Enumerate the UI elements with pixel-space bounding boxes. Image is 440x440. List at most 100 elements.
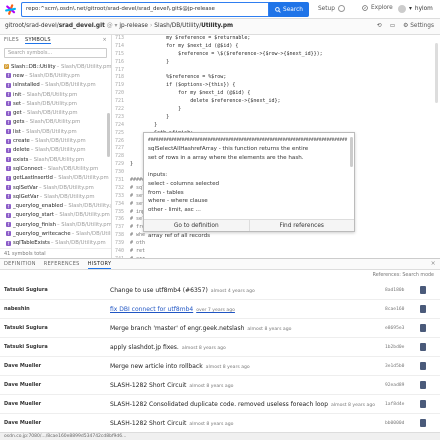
line-number[interactable]: 724 [112,122,130,130]
symbol-item[interactable]: f sqlTableExists – Slash/DB/Utility.pm [0,239,111,248]
symbol-item[interactable]: f isInstalled – Slash/DB/Utility.pm [0,81,111,90]
symbol-item[interactable]: f_querylog_enabled– Slash/DB/Utility.pm [0,201,111,210]
line-number[interactable]: 735 [112,209,130,217]
view-file-icon[interactable] [420,381,426,389]
history-row[interactable]: Dave Mueller SLASH-1282 Short Circuit almo… [0,414,440,432]
history-icon[interactable]: ⟲ [377,23,382,29]
symbol-item[interactable]: f sqlGetVar – Slash/DB/Utility.pm [0,192,111,201]
line-number[interactable]: 717 [112,67,130,75]
code-scrollbar[interactable] [435,43,438,103]
line-number[interactable]: 739 [112,240,130,248]
commit-hash[interactable]: 3e1d5b0 [385,364,404,369]
symbol-item[interactable]: f init – Slash/DB/Utility.pm [0,90,111,99]
revision-selector[interactable]: jp-release [119,23,148,29]
symbol-item[interactable]: f create – Slash/DB/Utility.pm [0,136,111,145]
view-file-icon[interactable] [420,400,426,408]
symbol-item[interactable]: f _querylog_start – Slash/DB/Utility.pm [0,211,111,220]
view-file-icon[interactable] [420,286,426,294]
history-row[interactable]: Dave Mueller SLASH-1282 Short Circuit almo… [0,376,440,395]
commit-hash[interactable]: 1b2bd0e [385,345,404,350]
tab-history[interactable]: HISTORY [87,259,112,269]
view-file-icon[interactable] [420,305,426,313]
tab-references[interactable]: REFERENCES [44,259,80,269]
view-file-icon[interactable] [420,324,426,332]
file-name[interactable]: Utility.pm [201,23,233,29]
line-number[interactable]: 716 [112,59,130,67]
symbol-item[interactable]: f _querylog_finish – Slash/DB/Utility.pm [0,220,111,229]
commit-hash[interactable]: 8cae160 [385,307,404,312]
go-to-definition-button[interactable]: Go to definition [144,220,249,231]
line-number[interactable]: 726 [112,138,130,146]
symbol-item[interactable]: f delete – Slash/DB/Utility.pm [0,146,111,155]
close-icon[interactable]: × [103,37,108,44]
find-references-button[interactable]: Find references [248,220,355,231]
file-path[interactable]: Slash/DB/Utility/ [154,23,201,29]
line-number[interactable]: 721 [112,98,130,106]
line-number[interactable]: 719 [112,82,130,90]
line-number[interactable]: 740 [112,248,130,256]
setup-link[interactable]: Setup [318,5,345,12]
commit-hash[interactable]: 1af8d4e [385,402,404,407]
line-number[interactable]: 734 [112,201,130,209]
line-number[interactable]: 729 [112,161,130,169]
line-number[interactable]: 720 [112,90,130,98]
commit-hash[interactable]: bb0000d [385,421,404,426]
search-button[interactable]: Search [269,2,309,17]
symbol-search-input[interactable]: Search symbols... [4,48,107,58]
symbol-item[interactable]: f get – Slash/DB/Utility.pm [0,108,111,117]
history-row[interactable]: nabeshin fix DBI connect for utf8mb4 over … [0,300,440,319]
line-number[interactable]: 718 [112,74,130,82]
symbol-item[interactable]: f new – Slash/DB/Utility.pm [0,71,111,80]
commit-hash[interactable]: 8ad180b [385,288,404,293]
symbol-item[interactable]: f gets – Slash/DB/Utility.pm [0,118,111,127]
line-number[interactable]: 713 [112,35,130,43]
line-number[interactable]: 731 [112,177,130,185]
symbol-item[interactable]: f list – Slash/DB/Utility.pm [0,127,111,136]
tab-files[interactable]: FILES [4,37,19,44]
history-row[interactable]: Dave Mueller Merge new article into rollb… [0,357,440,376]
sourcegraph-logo-icon[interactable] [5,4,16,15]
repo-prefix[interactable]: gitroot/srad-devel/ [5,23,59,29]
line-number[interactable]: 737 [112,224,130,232]
explore-link[interactable]: Explore [362,5,393,11]
tooltip-scrollbar[interactable] [350,137,353,167]
line-number[interactable]: 723 [112,114,130,122]
line-number[interactable]: 714 [112,43,130,51]
user-menu[interactable]: ▾ hylom [398,5,433,13]
history-row[interactable]: Tatsuki Sugiura Change to use utf8mb4 (#6… [0,281,440,300]
line-number[interactable]: 730 [112,169,130,177]
commit-hash[interactable]: 92ead89 [385,383,404,388]
symbol-item[interactable]: P Slash::DB::Utility – Slash/DB/Utility.pm [0,62,111,71]
view-raw-icon[interactable]: ▭ [390,23,395,29]
line-number[interactable]: 727 [112,145,130,153]
commit-message[interactable]: fix DBI connect for utf8mb4 over 7 years … [110,306,235,313]
tab-symbols[interactable]: SYMBOLS [24,37,51,44]
symbol-item[interactable]: f sqlSetVar – Slash/DB/Utility.pm [0,183,111,192]
symbol-item[interactable]: f set – Slash/DB/Utility.pm [0,99,111,108]
line-number[interactable]: 733 [112,193,130,201]
tab-definition[interactable]: DEFINITION [4,259,36,269]
line-number[interactable]: 715 [112,51,130,59]
view-file-icon[interactable] [420,419,426,427]
line-number[interactable]: 732 [112,185,130,193]
close-panel-icon[interactable]: × [431,260,436,267]
history-row[interactable]: Tatsuki Sugiura apply slashdot.jp fixes. a… [0,338,440,357]
sidebar-scrollbar[interactable] [107,113,110,157]
line-number[interactable]: 738 [112,232,130,240]
line-number[interactable]: 736 [112,216,130,224]
history-row[interactable]: Dave Mueller SLASH-1282 Consolidated dupl… [0,395,440,414]
line-number[interactable]: 728 [112,153,130,161]
repo-name[interactable]: srad_devel.git [59,23,105,29]
view-file-icon[interactable] [420,343,426,351]
settings-button[interactable]: ⚙ Settings [403,23,434,29]
commit-hash[interactable]: e8695e3 [385,326,404,331]
search-input[interactable]: repo:^scm\.osdn\.net/gitroot/srad-devel/… [21,2,269,17]
symbol-item[interactable]: f sqlConnect – Slash/DB/Utility.pm [0,164,111,173]
symbol-item[interactable]: f getLastInsertId – Slash/DB/Utility.pm [0,174,111,183]
symbol-item[interactable]: f exists – Slash/DB/Utility.pm [0,155,111,164]
view-file-icon[interactable] [420,362,426,370]
symbol-item[interactable]: f_querylog_writecache– Slash/DB/Utility.… [0,229,111,238]
history-row[interactable]: Tatsuki Sugiura Merge branch 'master' of … [0,319,440,338]
line-number[interactable]: 725 [112,130,130,138]
line-number[interactable]: 722 [112,106,130,114]
